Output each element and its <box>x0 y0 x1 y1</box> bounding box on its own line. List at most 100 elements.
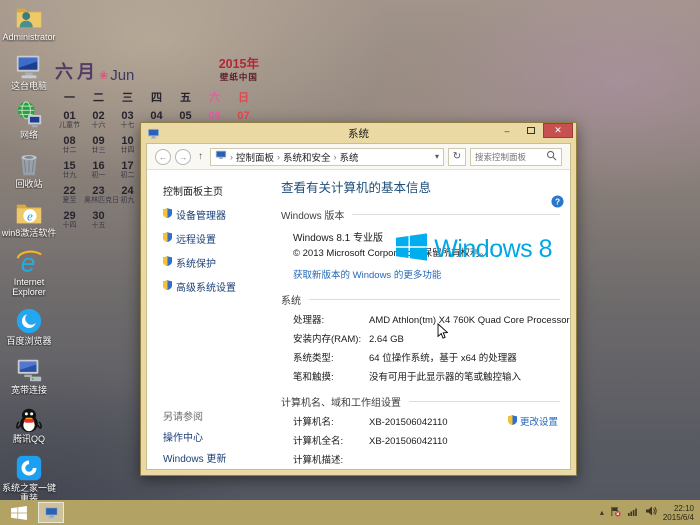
breadcrumb-system[interactable]: 系统 <box>340 150 359 164</box>
back-button[interactable]: ← <box>155 149 171 165</box>
desktop-icon-label: Administrator <box>2 32 55 42</box>
calendar-brand: 壁纸中国 <box>220 72 258 82</box>
desktop-icon-recycle-bin[interactable]: 回收站 <box>0 149 58 189</box>
weekday: 四 <box>142 89 171 105</box>
sidebar-item-remote-settings[interactable]: 远程设置 <box>163 231 269 246</box>
calendar-day: 24初九 <box>113 185 142 205</box>
desktop-icon-label: win8激活软件 <box>2 228 57 238</box>
minimize-button[interactable]: – <box>495 123 519 138</box>
network-icon[interactable] <box>627 504 639 522</box>
flower-icon: ❀ <box>99 69 108 82</box>
tray-expand-icon[interactable]: ▴ <box>600 508 604 517</box>
windows-flag-icon <box>396 233 427 266</box>
calendar-day: 03十七 <box>113 110 142 130</box>
sidebar-item-system-protection[interactable]: 系统保护 <box>163 255 269 270</box>
desktop-icon-baidu-browser[interactable]: 百度浏览器 <box>0 306 58 346</box>
search-input[interactable] <box>475 152 546 162</box>
desktop-icon-label: 网络 <box>20 130 38 140</box>
calendar-day: 01儿童节 <box>55 110 84 130</box>
section-title: Windows 版本 <box>281 207 344 222</box>
main-panel: ? 查看有关计算机的基本信息 Windows 版本 Windows 8.1 专业… <box>269 171 570 469</box>
section-rule <box>352 214 560 215</box>
shield-icon <box>163 280 172 293</box>
weekday: 五 <box>171 89 200 105</box>
maximize-icon <box>527 127 535 134</box>
desktop-icon-this-pc[interactable]: 这台电脑 <box>0 51 58 91</box>
see-also-section: 另请参阅 操作中心 Windows 更新 <box>163 408 226 465</box>
calendar-day <box>113 210 142 230</box>
calendar-day: 17初二 <box>113 160 142 180</box>
clock-time: 22:10 <box>674 504 694 513</box>
info-row-pen-touch: 笔和触摸:没有可用于此显示器的笔或触控输入 <box>293 369 560 383</box>
taskbar-app-system[interactable] <box>38 502 64 523</box>
calendar-day: 15廿九 <box>55 160 84 180</box>
broadband-connection-icon <box>14 355 44 385</box>
calendar-day: 10廿四 <box>113 135 142 155</box>
desktop-icon-label: 回收站 <box>15 179 42 189</box>
search-box[interactable] <box>470 148 562 166</box>
window-body: ← → ↑ › 控制面板 › 系统和安全 › 系统 ▾ ↻ <box>146 143 571 470</box>
calendar-day: 16初一 <box>84 160 113 180</box>
shield-icon <box>508 415 517 428</box>
get-more-features-link[interactable]: 获取新版本的 Windows 的更多功能 <box>293 267 560 281</box>
sidebar-item-windows-update[interactable]: Windows 更新 <box>163 450 226 465</box>
address-dropdown-icon[interactable]: ▾ <box>435 152 439 161</box>
weekday: 六 <box>200 89 229 105</box>
section-rule <box>409 401 560 402</box>
user-folder-icon <box>14 2 44 32</box>
sidebar: 控制面板主页 设备管理器 远程设置 系统保护 <box>147 171 269 469</box>
clock-date: 2015/6/4 <box>663 513 694 522</box>
window-content: 控制面板主页 设备管理器 远程设置 系统保护 <box>147 171 570 469</box>
action-center-flag-icon[interactable] <box>610 504 621 522</box>
shield-icon <box>163 256 172 269</box>
desktop-icon-system-home[interactable]: 系统之家一键重装 <box>0 453 58 503</box>
desktop-icon-label: 百度浏览器 <box>6 336 51 346</box>
sidebar-item-label: 高级系统设置 <box>176 279 236 294</box>
maximize-button[interactable] <box>519 123 543 138</box>
desktop-icon-column: Administrator 这台电脑 网络 回收站 e win8激活软件 e I… <box>0 2 58 503</box>
weekday: 三 <box>113 89 142 105</box>
refresh-button[interactable]: ↻ <box>448 148 466 166</box>
windows8-logo-text: Windows 8 <box>434 235 552 264</box>
system-window: 系统 – ✕ ← → ↑ › 控制面板 › 系统和安全 › 系统 ▾ <box>140 122 577 476</box>
desktop-icon-broadband[interactable]: 宽带连接 <box>0 355 58 395</box>
desktop-icon-internet-explorer[interactable]: e Internet Explorer <box>0 247 58 297</box>
up-button[interactable]: ↑ <box>195 151 206 162</box>
calendar-day: 23奥林匹克日 <box>84 185 113 205</box>
address-bar[interactable]: › 控制面板 › 系统和安全 › 系统 ▾ <box>210 148 444 166</box>
weekday: 一 <box>55 89 84 105</box>
computer-icon <box>14 51 44 81</box>
sidebar-item-advanced-settings[interactable]: 高级系统设置 <box>163 279 269 294</box>
qq-penguin-icon <box>14 404 44 434</box>
calendar-day: 29十四 <box>55 210 84 230</box>
sidebar-item-device-manager[interactable]: 设备管理器 <box>163 207 269 222</box>
breadcrumb-computer-icon <box>215 149 227 164</box>
desktop-icon-administrator[interactable]: Administrator <box>0 2 58 42</box>
change-settings-link[interactable]: 更改设置 <box>508 414 560 428</box>
desktop-icon-win8-activation[interactable]: e win8激活软件 <box>0 198 58 238</box>
volume-icon[interactable] <box>645 504 657 522</box>
sidebar-item-action-center[interactable]: 操作中心 <box>163 429 226 444</box>
crumb-separator-icon: › <box>277 152 280 162</box>
section-title: 系统 <box>281 292 301 307</box>
desktop-icon-label: 宽带连接 <box>11 385 47 395</box>
search-icon <box>546 148 557 166</box>
system-home-icon <box>14 453 44 483</box>
baidu-browser-icon <box>14 306 44 336</box>
info-row-ram: 安装内存(RAM):2.64 GB <box>293 331 560 345</box>
help-icon[interactable]: ? <box>551 195 564 213</box>
close-button[interactable]: ✕ <box>543 123 573 138</box>
desktop-icon-network[interactable]: 网络 <box>0 100 58 140</box>
taskbar-clock[interactable]: 22:10 2015/6/4 <box>663 504 694 522</box>
breadcrumb-control-panel[interactable]: 控制面板 <box>236 150 274 164</box>
change-settings-label: 更改设置 <box>520 414 558 428</box>
sidebar-item-control-panel-home[interactable]: 控制面板主页 <box>163 183 269 198</box>
desktop-icon-qq[interactable]: 腾讯QQ <box>0 404 58 444</box>
shield-icon <box>163 208 172 221</box>
shield-icon <box>163 232 172 245</box>
start-button[interactable] <box>8 500 30 525</box>
breadcrumb-system-security[interactable]: 系统和安全 <box>283 150 331 164</box>
system-tray: ▴ 22:10 2015/6/4 <box>600 504 700 522</box>
forward-button[interactable]: → <box>175 149 191 165</box>
windows8-logo: Windows 8 <box>396 233 552 266</box>
